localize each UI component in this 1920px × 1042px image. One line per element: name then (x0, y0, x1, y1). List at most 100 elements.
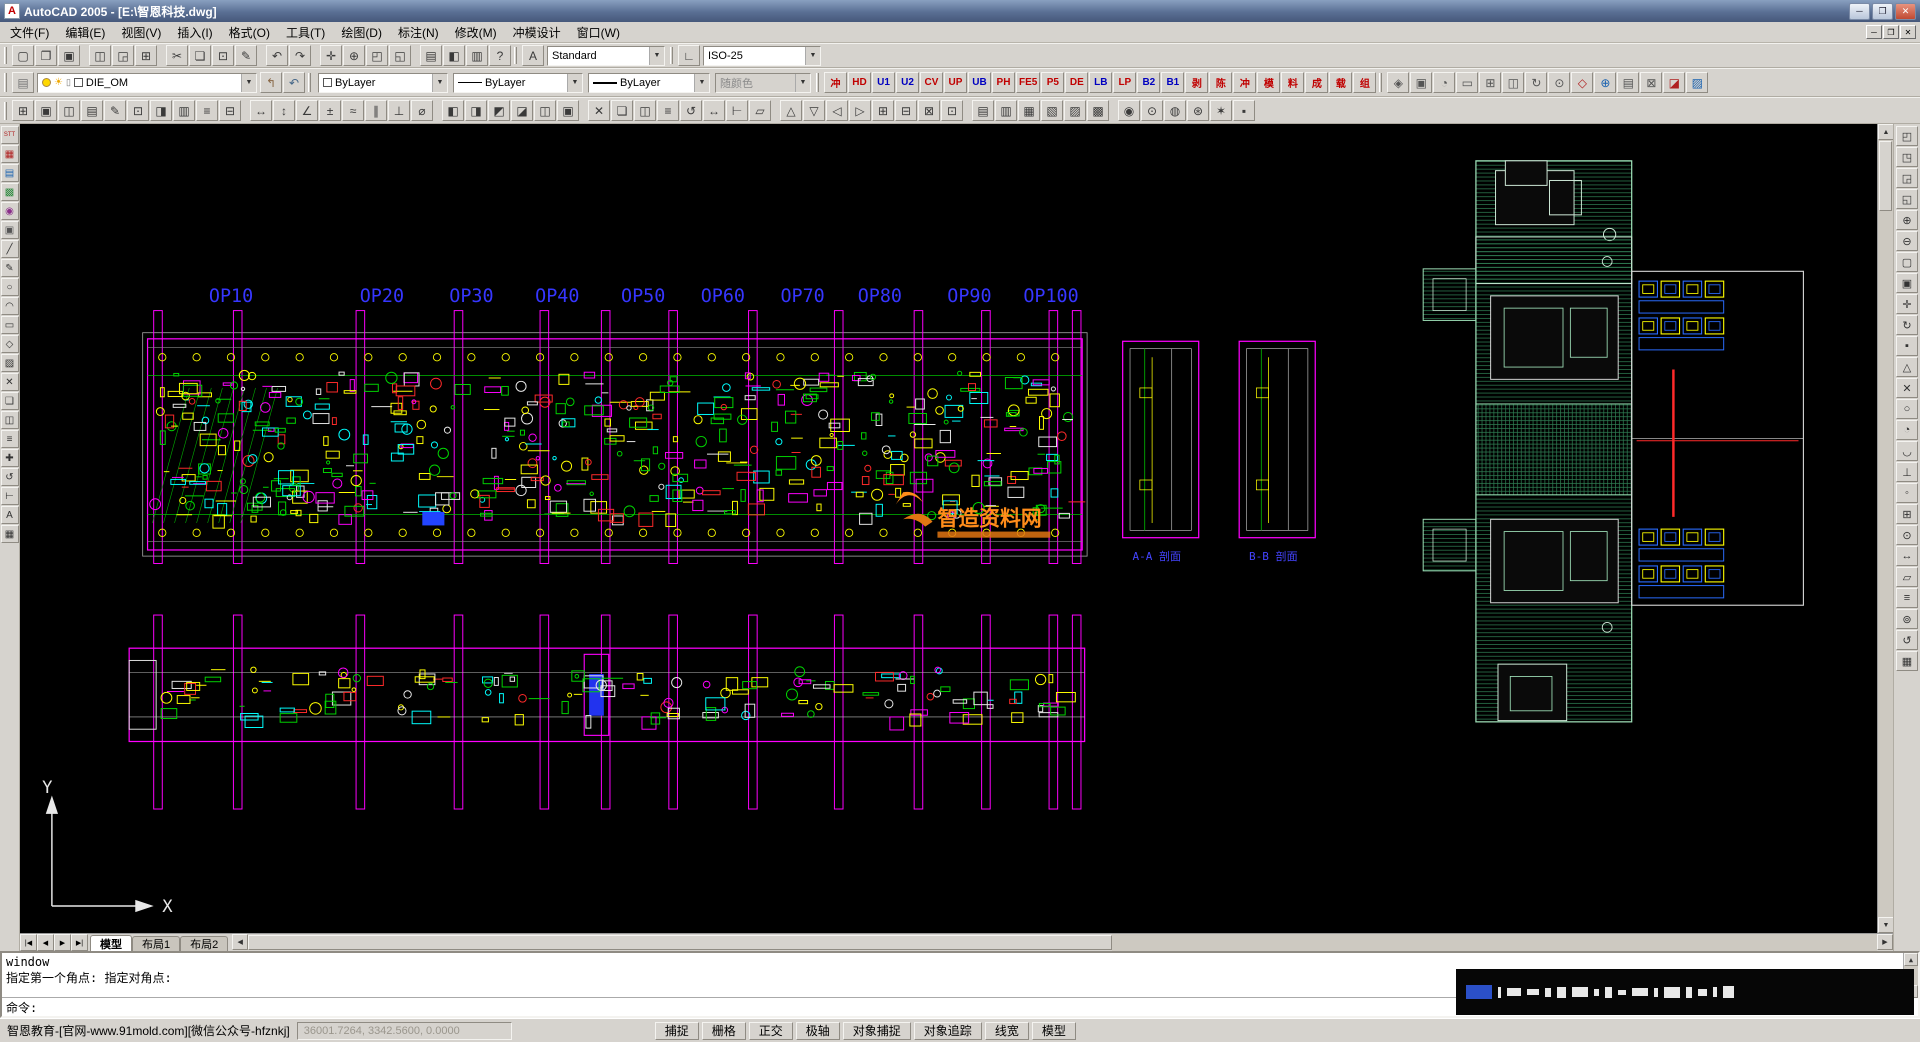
toolbar-grip[interactable] (308, 73, 311, 92)
tab-模型[interactable]: 模型 (90, 935, 132, 951)
mold-tool-14-button[interactable]: B2 (1137, 72, 1160, 93)
locate-point-icon[interactable]: ⊚ (1896, 609, 1918, 629)
rotate-part-icon[interactable]: ◔ (1433, 72, 1455, 93)
plate-list-icon[interactable]: ▤ (1617, 72, 1639, 93)
layer-previous-icon[interactable]: ↶ (283, 72, 305, 93)
snap-endpoint-icon[interactable]: ▪ (1896, 336, 1918, 356)
dim-style-dialog-icon[interactable]: ∟ (678, 45, 700, 66)
menu-item-冲模设计[interactable]: 冲模设计 (505, 22, 569, 43)
mold-tool-9-button[interactable]: FE5 (1016, 72, 1040, 93)
snap-perpendicular-icon[interactable]: ⊥ (1896, 462, 1918, 482)
menu-item-窗口(W)[interactable]: 窗口(W) (569, 22, 628, 43)
regen-all-icon[interactable]: ▦ (1896, 651, 1918, 671)
chevron-down-icon[interactable]: ▼ (694, 74, 709, 92)
vertical-scrollbar[interactable]: ▲ ▼ (1877, 124, 1893, 933)
insert-part-icon[interactable]: ◉ (1, 202, 19, 220)
snap-tool-3-icon[interactable]: ◁ (826, 100, 848, 121)
save-file-icon[interactable]: ▣ (58, 45, 80, 66)
scroll-down-icon[interactable]: ▼ (1878, 917, 1894, 933)
mold-tool-15-button[interactable]: B1 (1161, 72, 1184, 93)
render-tool-4-icon[interactable]: ▧ (1041, 100, 1063, 121)
tab-布局1[interactable]: 布局1 (132, 936, 180, 951)
pan-icon[interactable]: ✛ (1896, 294, 1918, 314)
toolbar-grip[interactable] (1379, 73, 1382, 92)
layer-tool-6-icon[interactable]: ▣ (557, 100, 579, 121)
maximize-button[interactable]: ❐ (1872, 3, 1893, 20)
mold-tool-23-button[interactable]: 组 (1353, 72, 1376, 93)
flange-tool-icon[interactable]: ◪ (1663, 72, 1685, 93)
layer-tool-4-icon[interactable]: ◪ (511, 100, 533, 121)
punch-library-icon[interactable]: ▩ (1, 183, 19, 201)
menu-item-插入(I)[interactable]: 插入(I) (169, 22, 220, 43)
insert-tool-4-icon[interactable]: ▤ (81, 100, 103, 121)
toggle-线宽[interactable]: 线宽 (985, 1022, 1029, 1040)
modify-tool-7-icon[interactable]: ⊢ (726, 100, 748, 121)
snap-tool-2-icon[interactable]: ▽ (803, 100, 825, 121)
scroll-right-icon[interactable]: ▶ (1877, 934, 1893, 950)
tool-palettes-icon[interactable]: ▥ (466, 45, 488, 66)
snap-center-icon[interactable]: ○ (1896, 399, 1918, 419)
chevron-down-icon[interactable]: ▼ (241, 74, 256, 92)
polyline-tool-icon[interactable]: ✎ (1, 259, 19, 277)
snap-tangent-icon[interactable]: ◡ (1896, 441, 1918, 461)
hatch-part-icon[interactable]: ▨ (1686, 72, 1708, 93)
dimension-tool-5-icon[interactable]: ≈ (342, 100, 364, 121)
modify-tool-1-icon[interactable]: ✕ (588, 100, 610, 121)
dimension-tool-7-icon[interactable]: ⊥ (388, 100, 410, 121)
snap-intersection-icon[interactable]: ✕ (1896, 378, 1918, 398)
distance-icon[interactable]: ↔ (1896, 546, 1918, 566)
insert-tool-6-icon[interactable]: ⊡ (127, 100, 149, 121)
menu-item-标注(N)[interactable]: 标注(N) (390, 22, 447, 43)
toolbar-grip[interactable] (816, 73, 819, 92)
snap-midpoint-icon[interactable]: △ (1896, 357, 1918, 377)
menu-item-修改(M)[interactable]: 修改(M) (447, 22, 505, 43)
mold-tool-5-button[interactable]: CV (920, 72, 943, 93)
strip-layout-icon[interactable]: ▦ (1, 145, 19, 163)
dimension-tool-4-icon[interactable]: ± (319, 100, 341, 121)
inquiry-tool-1-icon[interactable]: ◉ (1118, 100, 1140, 121)
zoom-window-icon[interactable]: ◰ (1896, 126, 1918, 146)
erase-tool-icon[interactable]: ✕ (1, 373, 19, 391)
cut-clip-icon[interactable]: ✂ (166, 45, 188, 66)
mold-tool-7-button[interactable]: UB (968, 72, 991, 93)
toggle-正交[interactable]: 正交 (749, 1022, 793, 1040)
mold-tool-16-button[interactable]: 剥 (1185, 72, 1208, 93)
drawing-canvas[interactable]: OP10OP20OP30OP40OP50OP60OP70OP80OP90OP10… (20, 124, 1877, 933)
linetype-combo[interactable]: ByLayer ▼ (453, 73, 583, 93)
zoom-in-icon[interactable]: ⊕ (1896, 210, 1918, 230)
publish-icon[interactable]: ⊞ (135, 45, 157, 66)
scroll-left-icon[interactable]: ◀ (232, 934, 248, 950)
undo-icon[interactable]: ↶ (266, 45, 288, 66)
snap-tool-6-icon[interactable]: ⊟ (895, 100, 917, 121)
insert-tool-9-icon[interactable]: ≡ (196, 100, 218, 121)
plot-preview-icon[interactable]: ◲ (112, 45, 134, 66)
mold-tool-4-button[interactable]: U2 (896, 72, 919, 93)
inquiry-tool-4-icon[interactable]: ⊛ (1187, 100, 1209, 121)
toolbar-grip[interactable] (4, 73, 7, 92)
menu-item-编辑(E)[interactable]: 编辑(E) (57, 22, 113, 43)
bush-insert-icon[interactable]: ⊕ (1594, 72, 1616, 93)
insert-tool-1-icon[interactable]: ⊞ (12, 100, 34, 121)
render-tool-2-icon[interactable]: ▥ (995, 100, 1017, 121)
dimension-tool-6-icon[interactable]: ∥ (365, 100, 387, 121)
menu-item-格式(O)[interactable]: 格式(O) (221, 22, 278, 43)
scroll-up-icon[interactable]: ▲ (1878, 124, 1894, 140)
chevron-down-icon[interactable]: ▼ (567, 74, 582, 92)
delete-part-icon[interactable]: ⊠ (1640, 72, 1662, 93)
insert-tool-10-icon[interactable]: ⊟ (219, 100, 241, 121)
plate-size-icon[interactable]: ▭ (1456, 72, 1478, 93)
zoom-dynamic-icon[interactable]: ◳ (1896, 147, 1918, 167)
die-plate-icon[interactable]: ◈ (1387, 72, 1409, 93)
mold-tool-3-button[interactable]: U1 (872, 72, 895, 93)
title-bar[interactable]: A AutoCAD 2005 - [E:\智恩科技.dwg] ─ ❐ ✕ (0, 0, 1920, 22)
properties-palette-icon[interactable]: ▤ (420, 45, 442, 66)
help-icon[interactable]: ? (489, 45, 511, 66)
minimize-button[interactable]: ─ (1849, 3, 1870, 20)
insert-tool-3-icon[interactable]: ◫ (58, 100, 80, 121)
coordinate-readout[interactable]: 36001.7264, 3342.5600, 0.0000 (297, 1022, 512, 1040)
dimension-tool-3-icon[interactable]: ∠ (296, 100, 318, 121)
copy-clip-icon[interactable]: ❏ (189, 45, 211, 66)
mold-tool-8-button[interactable]: PH (992, 72, 1015, 93)
toggle-模型[interactable]: 模型 (1032, 1022, 1076, 1040)
modify-tool-5-icon[interactable]: ↺ (680, 100, 702, 121)
